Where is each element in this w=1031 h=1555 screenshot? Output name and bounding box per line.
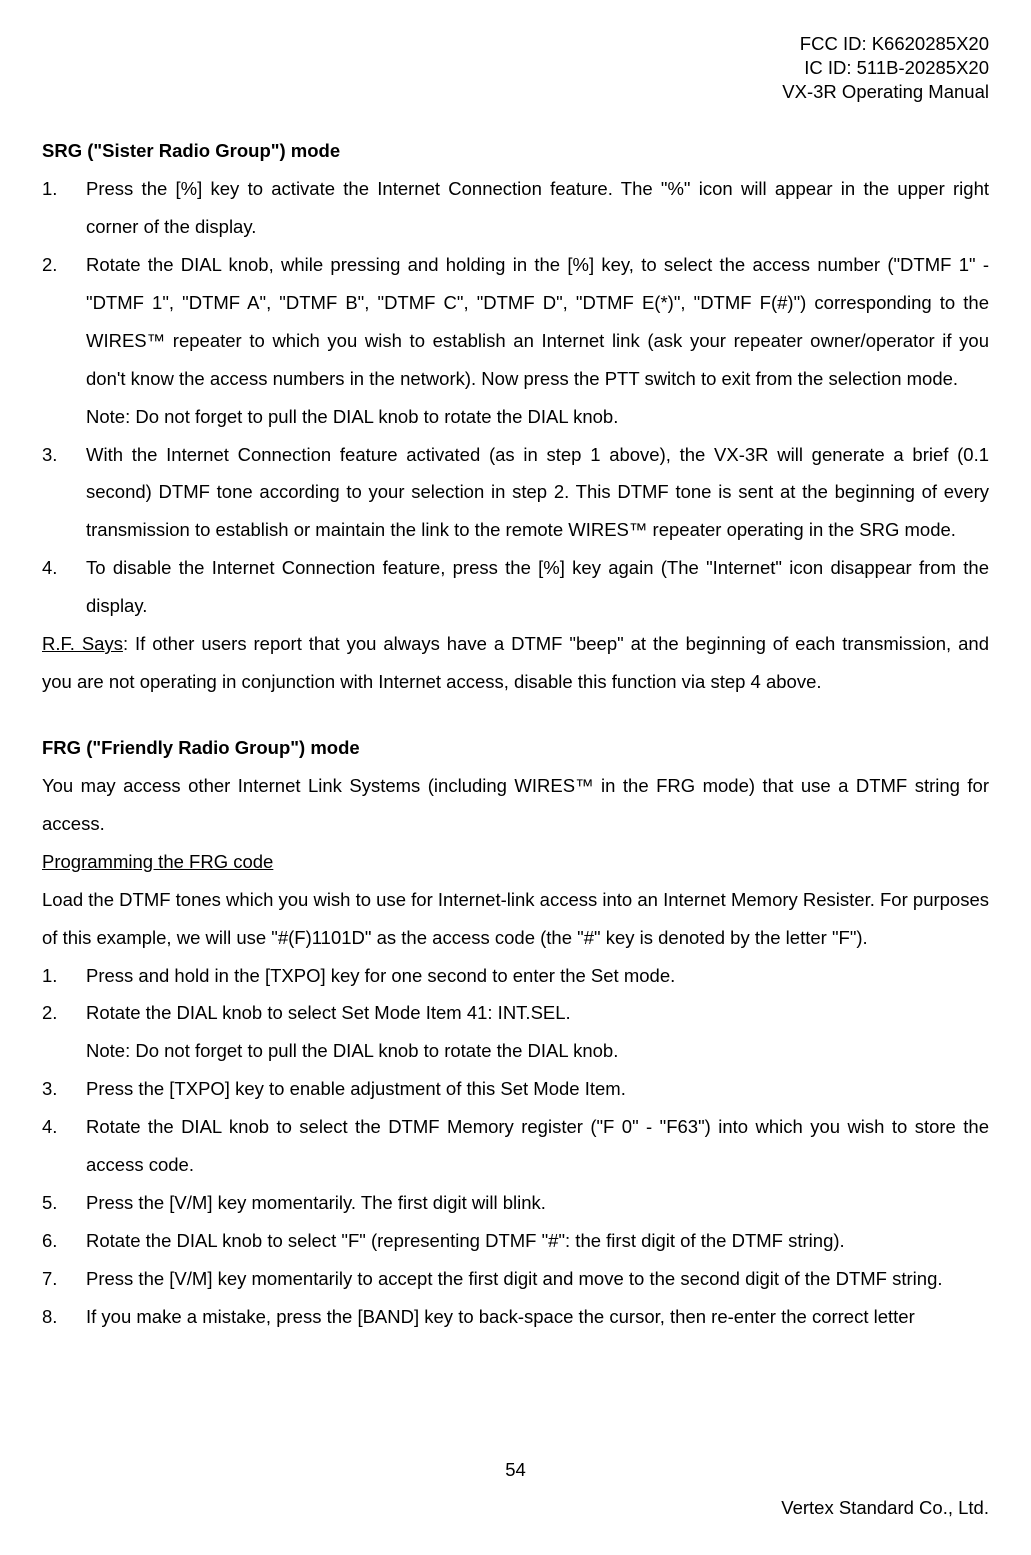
list-text: Rotate the DIAL knob to select Set Mode … xyxy=(86,994,989,1032)
list-item: 3. With the Internet Connection feature … xyxy=(42,436,989,550)
rf-says: R.F. Says: If other users report that yo… xyxy=(42,625,989,701)
list-num: 1. xyxy=(42,957,86,995)
list-text: Press the [V/M] key momentarily. The fir… xyxy=(86,1184,989,1222)
list-text: Press the [V/M] key momentarily to accep… xyxy=(86,1260,989,1298)
frg-title: FRG ("Friendly Radio Group") mode xyxy=(42,729,989,767)
list-text: Rotate the DIAL knob, while pressing and… xyxy=(86,246,989,398)
list-item: 8. If you make a mistake, press the [BAN… xyxy=(42,1298,989,1336)
vendor-name: Vertex Standard Co., Ltd. xyxy=(42,1489,989,1527)
rf-says-label: R.F. Says xyxy=(42,633,123,654)
list-num: 3. xyxy=(42,436,86,474)
page-footer: 54 Vertex Standard Co., Ltd. xyxy=(42,1451,989,1527)
frg-prog-label-text: Programming the FRG code xyxy=(42,851,273,872)
list-num: 2. xyxy=(42,994,86,1032)
list-text: Rotate the DIAL knob to select "F" (repr… xyxy=(86,1222,989,1260)
frg-list-cont: 3. Press the [TXPO] key to enable adjust… xyxy=(42,1070,989,1335)
list-item: 5. Press the [V/M] key momentarily. The … xyxy=(42,1184,989,1222)
frg-load-text: Load the DTMF tones which you wish to us… xyxy=(42,881,989,957)
frg-note-2: Note: Do not forget to pull the DIAL kno… xyxy=(86,1032,989,1070)
list-text: Press the [%] key to activate the Intern… xyxy=(86,170,989,246)
frg-intro: You may access other Internet Link Syste… xyxy=(42,767,989,843)
manual-title: VX-3R Operating Manual xyxy=(42,80,989,104)
srg-note-2: Note: Do not forget to pull the DIAL kno… xyxy=(86,398,989,436)
list-text: With the Internet Connection feature act… xyxy=(86,436,989,550)
list-text: If you make a mistake, press the [BAND] … xyxy=(86,1298,989,1336)
list-item: 4. Rotate the DIAL knob to select the DT… xyxy=(42,1108,989,1184)
list-item: 2. Rotate the DIAL knob, while pressing … xyxy=(42,246,989,398)
list-num: 4. xyxy=(42,1108,86,1146)
srg-list: 1. Press the [%] key to activate the Int… xyxy=(42,170,989,398)
list-item: 1. Press the [%] key to activate the Int… xyxy=(42,170,989,246)
frg-prog-label: Programming the FRG code xyxy=(42,843,989,881)
page-header: FCC ID: K6620285X20 IC ID: 511B-20285X20… xyxy=(42,32,989,104)
list-num: 1. xyxy=(42,170,86,208)
list-item: 2. Rotate the DIAL knob to select Set Mo… xyxy=(42,994,989,1032)
spacer xyxy=(42,701,989,729)
list-num: 2. xyxy=(42,246,86,284)
list-num: 4. xyxy=(42,549,86,587)
frg-list: 1. Press and hold in the [TXPO] key for … xyxy=(42,957,989,1033)
list-num: 7. xyxy=(42,1260,86,1298)
list-num: 6. xyxy=(42,1222,86,1260)
list-num: 5. xyxy=(42,1184,86,1222)
list-text: To disable the Internet Connection featu… xyxy=(86,549,989,625)
list-item: 3. Press the [TXPO] key to enable adjust… xyxy=(42,1070,989,1108)
page: FCC ID: K6620285X20 IC ID: 511B-20285X20… xyxy=(0,0,1031,1555)
list-item: 6. Rotate the DIAL knob to select "F" (r… xyxy=(42,1222,989,1260)
list-num: 3. xyxy=(42,1070,86,1108)
list-text: Press the [TXPO] key to enable adjustmen… xyxy=(86,1070,989,1108)
list-item: 4. To disable the Internet Connection fe… xyxy=(42,549,989,625)
page-number: 54 xyxy=(42,1451,989,1489)
list-item: 1. Press and hold in the [TXPO] key for … xyxy=(42,957,989,995)
ic-id: IC ID: 511B-20285X20 xyxy=(42,56,989,80)
fcc-id: FCC ID: K6620285X20 xyxy=(42,32,989,56)
list-text: Press and hold in the [TXPO] key for one… xyxy=(86,957,989,995)
srg-title: SRG ("Sister Radio Group") mode xyxy=(42,132,989,170)
list-item: 7. Press the [V/M] key momentarily to ac… xyxy=(42,1260,989,1298)
list-text: Rotate the DIAL knob to select the DTMF … xyxy=(86,1108,989,1184)
rf-says-text: : If other users report that you always … xyxy=(42,633,989,692)
list-num: 8. xyxy=(42,1298,86,1336)
srg-list-cont: 3. With the Internet Connection feature … xyxy=(42,436,989,626)
